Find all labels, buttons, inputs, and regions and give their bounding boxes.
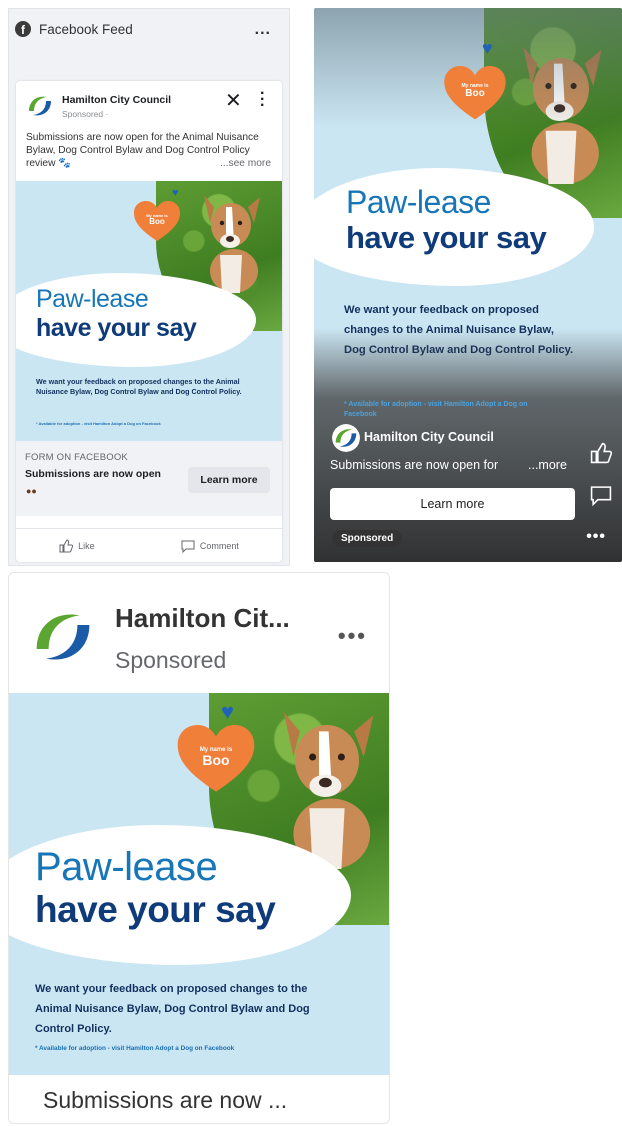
post-actions: Like Comment (16, 528, 282, 562)
sponsored-label: Sponsored (115, 647, 227, 673)
post-text: Submissions are now open for the Animal … (26, 132, 271, 170)
sponsored-label: Sponsored · (62, 109, 109, 119)
comment-icon[interactable] (590, 484, 612, 506)
thumbs-up-icon (59, 538, 74, 552)
form-title: Submissions are now open (25, 468, 161, 480)
feed-header: f Facebook Feed (15, 21, 133, 37)
council-logo (332, 424, 360, 452)
footnote: * Available for adoption - visit Hamilto… (344, 401, 528, 418)
paw-icon: ●● (26, 486, 37, 496)
facebook-feed-panel: f Facebook Feed ... Hamilton City Counci… (8, 8, 290, 566)
heart-label: My name is Boo (461, 83, 489, 99)
post-options-icon[interactable]: · · · (260, 86, 265, 114)
more-options-icon[interactable]: ••• (586, 528, 606, 546)
feed-header-title: Facebook Feed (39, 21, 133, 37)
like-label: Like (78, 540, 95, 551)
headline-line-1: Paw-lease (346, 184, 491, 220)
hide-post-icon[interactable]: ✕ (225, 91, 242, 111)
footnote: * Available for adoption - visit Hamilto… (36, 421, 161, 426)
page-name[interactable]: Hamilton Cit... (115, 603, 290, 634)
heart-label: My name is Boo (199, 747, 233, 768)
heart-label: My name is Boo (146, 213, 168, 226)
lead-form-bar: FORM ON FACEBOOK Submissions are now ope… (16, 441, 282, 516)
learn-more-button[interactable]: Learn more (188, 467, 270, 493)
headline-line-2: have your say (346, 220, 547, 255)
body-copy: We want your feedback on proposed change… (35, 983, 310, 1035)
body-copy: We want your feedback on proposed change… (36, 377, 242, 396)
learn-more-button[interactable]: Learn more (330, 488, 575, 520)
thumbs-up-icon[interactable] (590, 442, 612, 464)
right-column-ad-panel: Hamilton Cit... Sponsored ••• My name is (8, 572, 390, 1124)
story-ad-panel: My name is Boo ♥ Paw-lease have your say… (314, 8, 622, 562)
story-ad-image[interactable]: My name is Boo ♥ Paw-lease have your say… (314, 8, 622, 562)
more-link[interactable]: ...more (528, 458, 567, 472)
page-name[interactable]: Hamilton City Council (62, 94, 171, 106)
ad-caption: Submissions are now ... (43, 1087, 288, 1113)
sponsored-badge: Sponsored (332, 530, 403, 547)
comment-icon (181, 540, 195, 553)
ad-image[interactable]: My name is Boo ♥ Paw-lease have your say… (16, 181, 282, 441)
council-logo (25, 91, 55, 121)
like-button[interactable]: Like (59, 538, 95, 553)
headline-line-1: Paw-lease (35, 845, 218, 889)
sponsored-post: Hamilton City Council Sponsored · ✕ · · · … (16, 81, 282, 562)
facebook-icon: f (15, 21, 31, 37)
dog-photo (196, 193, 266, 298)
see-more-link[interactable]: ...see more (220, 157, 271, 170)
page-name[interactable]: Hamilton City Council (364, 430, 494, 444)
form-label: FORM ON FACEBOOK (25, 452, 128, 463)
headline-line-2: have your say (35, 889, 276, 930)
footnote: * Available for adoption - visit Hamilto… (35, 1045, 235, 1052)
council-logo (27, 601, 99, 673)
more-options-icon[interactable]: ••• (338, 623, 367, 649)
more-options-icon[interactable]: ... (255, 22, 271, 38)
comment-button[interactable]: Comment (181, 539, 239, 553)
story-caption: Submissions are now open for (330, 458, 499, 472)
headline-line-2: have your say (36, 314, 197, 342)
small-heart-icon: ♥ (482, 38, 493, 58)
small-heart-icon: ♥ (172, 187, 179, 199)
comment-label: Comment (199, 540, 239, 551)
ad-image[interactable]: My name is Boo ♥ Paw-lease have your say… (9, 693, 389, 1075)
bottom-shade (314, 328, 622, 562)
headline-line-1: Paw-lease (36, 285, 149, 313)
small-heart-icon: ♥ (221, 699, 235, 724)
